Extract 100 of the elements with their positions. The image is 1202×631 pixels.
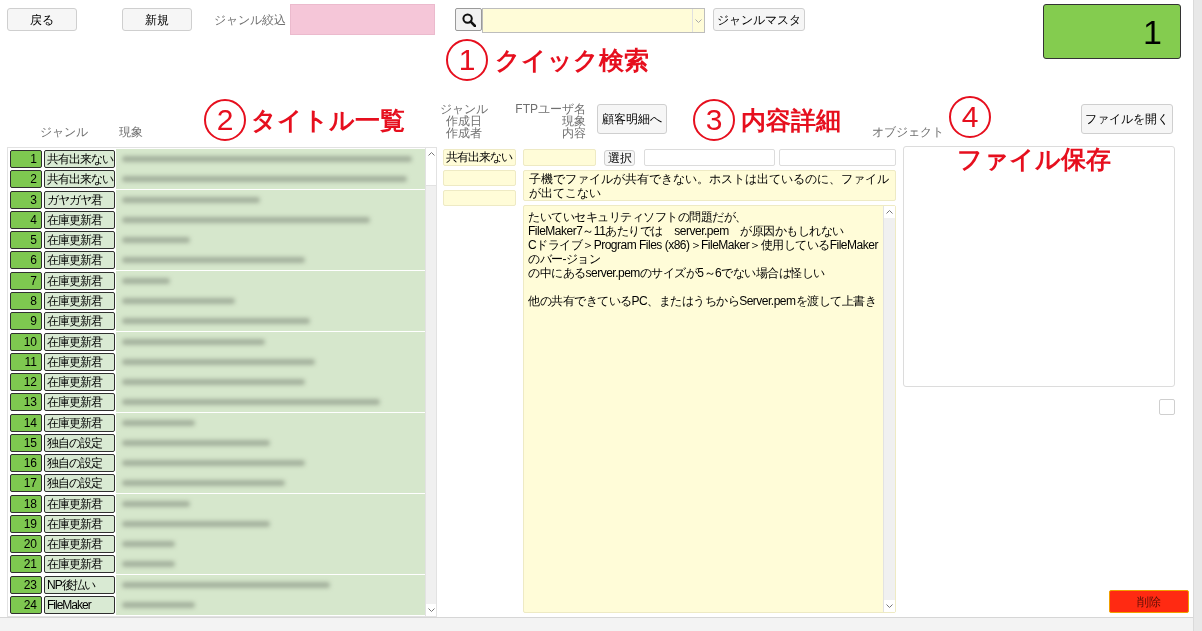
annotation-label: クイック検索: [495, 45, 649, 75]
delete-button[interactable]: 削除: [1109, 590, 1189, 613]
row-number: 20: [10, 535, 42, 554]
row-number: 8: [10, 292, 42, 310]
genre-cell: 在庫更新君: [44, 494, 115, 513]
select-button[interactable]: 選択: [604, 149, 635, 166]
field-label: 作成者: [446, 127, 482, 139]
genre-cell: 在庫更新君: [44, 352, 115, 371]
genre-cell: 共有出来ない: [44, 170, 115, 189]
input-field[interactable]: [443, 190, 516, 206]
field-label: FTPユーザ名: [515, 103, 586, 115]
annotation-label: タイトル一覧: [251, 105, 405, 135]
scrollbar[interactable]: [883, 206, 895, 612]
row-number: 15: [10, 433, 42, 452]
chevron-up-icon: [886, 210, 893, 214]
text-line: たいていセキュリティソフトの問題だが、: [528, 210, 748, 224]
genre-cell: 在庫更新君: [44, 251, 115, 270]
genre-cell: 独自の設定: [44, 433, 115, 452]
symptom-field[interactable]: 子機でファイルが共有できない。ホストは出ているのに、ファイルが出てこない: [523, 170, 896, 201]
column-header: 現象: [119, 126, 143, 138]
content-field[interactable]: たいていセキュリティソフトの問題だが、 FileMaker7～11あたりでは server.pem が原因かもしれない Cドライブ＞Program Files (x86)＞FileMaker＞使用しているFileMakerのバー-ジョン の中にあるserver.pemのサイズが5～6でない場合は怪しい 他の共有できているPC、またはうちからServer.pemを渡して上書き: [523, 205, 896, 613]
row-number: 5: [10, 231, 42, 250]
genre-cell: 在庫更新君: [44, 292, 115, 310]
row-number: 6: [10, 251, 42, 270]
field-label: 現象: [562, 115, 586, 127]
genre-cell: 在庫更新君: [44, 332, 115, 351]
genre-cell: 在庫更新君: [44, 210, 115, 229]
row-number: 9: [10, 312, 42, 331]
row-number: 14: [10, 413, 42, 432]
text-line: の中にあるserver.pemのサイズが5～6でない場合は怪しい: [528, 266, 826, 280]
row-number: 3: [10, 190, 42, 209]
genre-cell: 在庫更新君: [44, 413, 115, 432]
chevron-up-icon: [427, 152, 435, 156]
input-field[interactable]: [523, 149, 596, 166]
genre-cell: ガヤガヤ君: [44, 190, 115, 209]
field-label: オブジェクト: [872, 126, 944, 141]
annotation-number: 1: [446, 39, 488, 81]
back-button[interactable]: 戻る: [7, 8, 77, 31]
row-number: 12: [10, 373, 42, 392]
genre-cell: 共有出来ない: [44, 150, 115, 169]
genre-master-button[interactable]: ジャンルマスタ: [713, 8, 805, 31]
row-number: 2: [10, 170, 42, 189]
chevron-down-icon: [427, 608, 435, 612]
genre-cell: 在庫更新君: [44, 231, 115, 250]
row-number: 21: [10, 555, 42, 574]
row-number: 13: [10, 393, 42, 412]
open-file-button[interactable]: ファイルを開く: [1081, 104, 1173, 134]
row-number: 24: [10, 595, 42, 614]
genre-cell: 在庫更新君: [44, 373, 115, 392]
column-header: ジャンル: [40, 126, 88, 138]
genre-cell: 在庫更新君: [44, 312, 115, 331]
genre-cell: 在庫更新君: [44, 555, 115, 574]
chevron-down-icon: [695, 18, 702, 23]
search-icon: [461, 12, 476, 27]
input-field[interactable]: [644, 149, 775, 166]
genre-cell: NP後払い: [44, 575, 115, 594]
field-label: ジャンル絞込: [214, 14, 287, 26]
genre-cell: 独自の設定: [44, 474, 115, 493]
scroll-thumb[interactable]: [426, 160, 436, 186]
scrollbar[interactable]: [425, 148, 436, 616]
genre-cell: 在庫更新君: [44, 271, 115, 290]
annotation-number: 4: [949, 96, 991, 138]
annotation-number: 3: [693, 99, 735, 141]
scrollbar[interactable]: [1193, 0, 1202, 631]
text-line: Cドライブ＞Program Files (x86)＞FileMaker＞使用しているFileMakerのバー-ジョン: [528, 238, 880, 266]
record-number-display: 1: [1043, 4, 1181, 59]
customer-details-button[interactable]: 顧客明細へ: [597, 104, 667, 134]
annotation-label: 内容詳細: [741, 105, 841, 135]
row-number: 4: [10, 210, 42, 229]
text-line: FileMaker7～11あたりでは server.pem が原因かもしれない: [528, 224, 845, 238]
genre-filter-field[interactable]: [290, 4, 435, 35]
input-field[interactable]: [779, 149, 896, 166]
row-number: 1: [10, 150, 42, 169]
row-number: 10: [10, 332, 42, 351]
text-line: 他の共有できているPC、またはうちからServer.pemを渡して上書き: [528, 294, 878, 308]
row-number: 7: [10, 271, 42, 290]
chevron-down-icon: [886, 604, 893, 608]
input-field[interactable]: [443, 170, 516, 186]
genre-cell: 在庫更新君: [44, 393, 115, 412]
dropdown-field[interactable]: [482, 8, 705, 33]
object-field[interactable]: [903, 146, 1175, 387]
row-number: 23: [10, 575, 42, 594]
genre-cell: 在庫更新君: [44, 514, 115, 533]
genre-cell: 独自の設定: [44, 454, 115, 473]
row-number: 19: [10, 514, 42, 533]
field-label: 作成日: [446, 115, 482, 127]
row-number: 11: [10, 352, 42, 371]
row-number: 17: [10, 474, 42, 493]
field-label: ジャンル: [440, 103, 488, 115]
annotation-label: ファイル保存: [957, 144, 1111, 174]
row-number: 16: [10, 454, 42, 473]
search-button[interactable]: [455, 8, 482, 31]
annotation-number: 2: [204, 99, 246, 141]
genre-cell: 在庫更新君: [44, 535, 115, 554]
field-label: 内容: [562, 127, 586, 139]
genre-cell: FileMaker: [44, 595, 115, 614]
new-button[interactable]: 新規: [122, 8, 192, 31]
row-number: 18: [10, 494, 42, 513]
genre-field[interactable]: 共有出来ない: [443, 149, 516, 166]
checkbox[interactable]: [1159, 399, 1175, 415]
